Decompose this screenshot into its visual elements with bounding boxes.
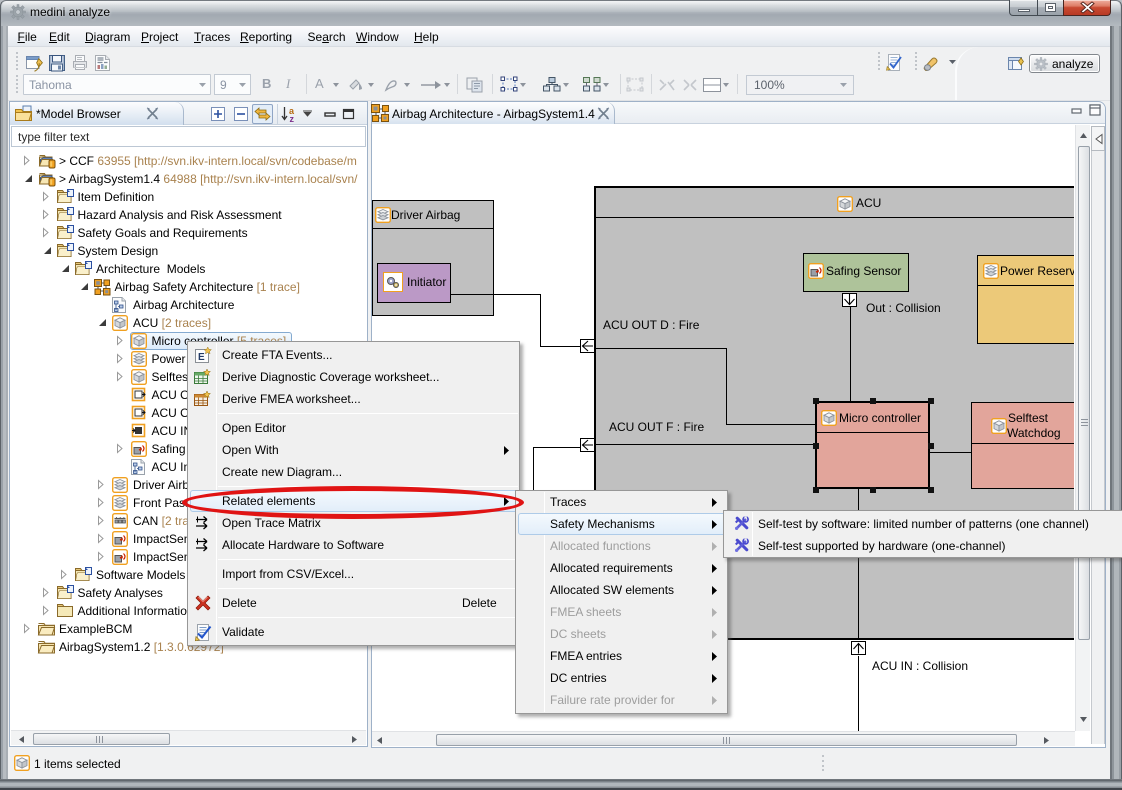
svg-text:z: z xyxy=(290,114,295,124)
svg-text:E: E xyxy=(198,352,205,363)
